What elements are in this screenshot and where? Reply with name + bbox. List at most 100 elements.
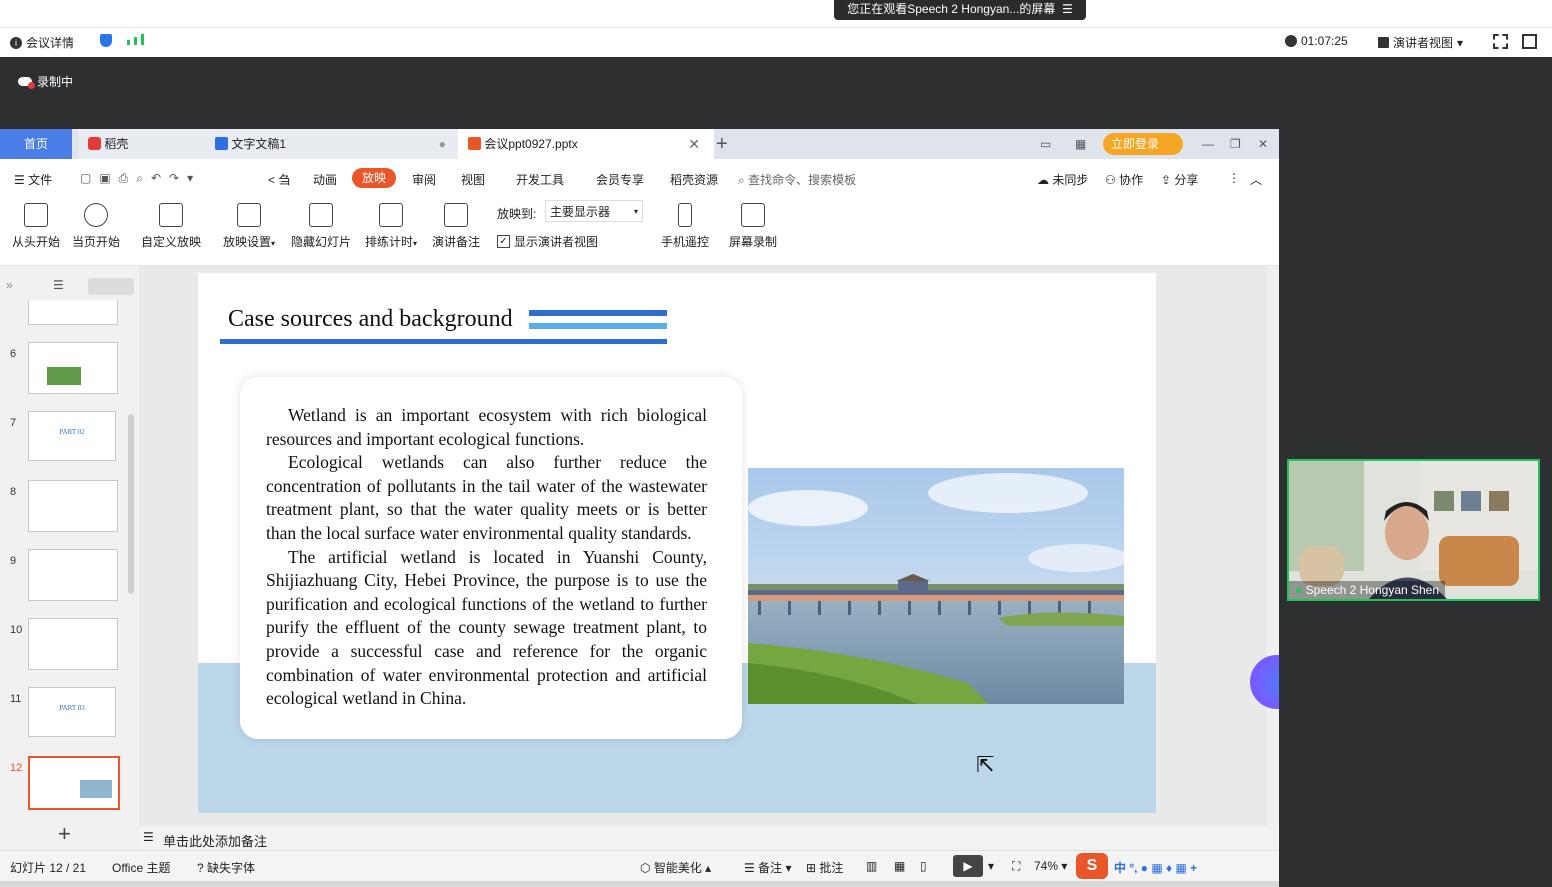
quick-access-icons[interactable]: ▢▣⎙⌕↶↷▾ xyxy=(80,171,201,186)
normal-view-icon[interactable]: ▥ xyxy=(866,859,877,873)
fit-window-icon[interactable]: ⛶ xyxy=(1012,859,1020,874)
slide-thumbnail-8[interactable] xyxy=(28,480,118,532)
menu-member[interactable]: 会员专享 xyxy=(596,171,644,188)
menu-slideshow[interactable]: 放映 xyxy=(352,168,396,188)
recording-indicator[interactable]: 录制中 xyxy=(18,73,73,90)
hide-slide-icon xyxy=(309,203,333,227)
sorter-view-icon[interactable]: ▦ xyxy=(894,859,905,873)
rehearse-timing-button[interactable]: 排练计时▾ xyxy=(362,203,420,250)
presenter-view-label: 显示演讲者视图 xyxy=(514,235,599,249)
menu-review[interactable]: 审阅 xyxy=(412,171,436,188)
paragraph: Wetland is an important ecosystem with r… xyxy=(266,405,707,449)
meeting-details-button[interactable]: i 会议详情 xyxy=(10,34,74,51)
command-search[interactable]: ⌕ 查找命令、搜索模板 xyxy=(738,171,856,188)
zoom-value: 74% xyxy=(1034,859,1059,873)
menu-resources[interactable]: 稻壳资源 xyxy=(670,171,718,188)
close-window-icon[interactable]: ✕ xyxy=(1258,129,1268,159)
menu-view[interactable]: 视图 xyxy=(461,171,485,188)
window-layout-icon[interactable]: ▭ xyxy=(1040,129,1051,159)
sogou-ime-icon[interactable]: S xyxy=(1076,853,1108,879)
file-menu[interactable]: ☰ 文件 xyxy=(14,171,52,188)
login-button[interactable]: 立即登录 xyxy=(1103,133,1183,155)
title-underline xyxy=(220,339,667,344)
notes-icon xyxy=(444,203,468,227)
comment-button[interactable]: ⊞ 批注 xyxy=(806,859,843,876)
phone-remote-button[interactable]: 手机遥控 xyxy=(658,203,712,250)
screen-record-button[interactable]: 屏幕录制 xyxy=(726,203,780,250)
slide-thumbnail-5[interactable] xyxy=(28,300,118,325)
speaker-notes-button[interactable]: 演讲备注 xyxy=(430,203,482,250)
slide-thumbnail-6[interactable] xyxy=(28,342,118,394)
collaborate-button[interactable]: ⚇ 协作 xyxy=(1105,171,1143,188)
tab-document[interactable]: 文字文稿1 ● xyxy=(205,129,460,159)
play-options-caret-icon[interactable]: ▾ xyxy=(988,859,994,873)
meeting-toolbar: i 会议详情 01:07:25 演讲者视图 ▾ xyxy=(0,27,1552,58)
slide-thumbnail-9[interactable] xyxy=(28,549,118,601)
theme-name[interactable]: Office 主题 xyxy=(112,859,170,876)
add-slide-plus-icon[interactable]: + xyxy=(58,821,71,847)
ime-tray-icons[interactable]: 中 °, ● ▦ ♦ ▦ + xyxy=(1114,859,1197,876)
sync-status-button[interactable]: ☁ 未同步 xyxy=(1037,171,1088,188)
show-to-label: 放映到: xyxy=(497,207,537,221)
from-current-button[interactable]: 当页开始 xyxy=(70,203,122,250)
view-mode-dropdown[interactable]: 演讲者视图 ▾ xyxy=(1378,34,1463,51)
menu-resources-label: 稻壳资源 xyxy=(670,173,719,187)
outline-view-icon[interactable]: ☰ xyxy=(53,278,64,292)
slide-thumbnail-10[interactable] xyxy=(28,618,118,670)
sidebar-toggle-icon[interactable] xyxy=(1522,34,1537,49)
current-slide[interactable]: Case sources and background Wetland is a… xyxy=(198,273,1156,813)
restore-icon[interactable]: ❐ xyxy=(1230,129,1241,159)
wetland-photo xyxy=(748,468,1124,704)
new-tab-plus-icon[interactable]: + xyxy=(716,129,728,159)
presenter-view-checkbox[interactable]: ✓ 显示演讲者视图 xyxy=(497,233,598,250)
expand-pane-icon[interactable]: » xyxy=(6,278,13,292)
tab-docer[interactable]: 稻壳 xyxy=(78,129,208,159)
custom-show-button[interactable]: 自定义放映 xyxy=(140,203,202,250)
tab-home[interactable]: 首页 xyxy=(0,129,72,159)
fullscreen-icon[interactable] xyxy=(1493,34,1508,49)
slide-thumbnail-11[interactable]: PART 03 xyxy=(28,687,116,737)
close-tab-icon[interactable]: ✕ xyxy=(688,129,700,159)
command-search-placeholder: 查找命令、搜索模板 xyxy=(748,173,857,187)
timer-icon xyxy=(379,203,403,227)
reading-view-icon[interactable]: ▯ xyxy=(920,859,927,873)
slide-thumbnail-12[interactable] xyxy=(28,756,120,810)
ppt-icon xyxy=(468,137,481,150)
menu-developer-label: 开发工具 xyxy=(516,173,565,187)
notes-bar[interactable]: ☰ 单击此处添加备注 xyxy=(139,826,1279,850)
floating-assistant-icon[interactable] xyxy=(1250,655,1279,713)
slide-thumbnail-7[interactable]: PART 02 xyxy=(28,411,116,461)
taskbar-strip xyxy=(0,881,1279,887)
display-select[interactable]: 主要显示器 ▾ xyxy=(545,200,643,222)
zoom-level[interactable]: 74% ▾ xyxy=(1034,859,1067,873)
menu-animation[interactable]: 动画 xyxy=(313,171,337,188)
play-slideshow-icon[interactable]: ▶ xyxy=(953,855,983,877)
from-start-label: 从头开始 xyxy=(11,235,60,249)
show-settings-button[interactable]: 放映设置▾ xyxy=(220,203,278,250)
show-settings-label: 放映设置 xyxy=(222,235,271,249)
paragraph: Ecological wetlands can also further red… xyxy=(266,452,707,543)
hide-slide-button[interactable]: 隐藏幻灯片 xyxy=(290,203,352,250)
from-start-button[interactable]: 从头开始 xyxy=(10,203,62,250)
menu-developer[interactable]: 开发工具 xyxy=(516,171,564,188)
notes-toggle-button[interactable]: ☰ 备注 ▾ xyxy=(744,859,791,876)
signal-icon xyxy=(127,34,144,45)
tab-presentation[interactable]: 会议ppt0927.pptx ✕ xyxy=(458,129,714,159)
collapse-ribbon-icon[interactable]: ︿ xyxy=(1250,171,1262,188)
beautify-button[interactable]: ⬡ 智能美化 ▴ xyxy=(640,859,711,876)
missing-font-button[interactable]: ? 缺失字体 xyxy=(197,859,255,876)
thumb-number: 9 xyxy=(10,555,17,567)
thumbnail-view-icon[interactable] xyxy=(88,278,134,295)
minimize-icon[interactable]: — xyxy=(1202,129,1214,159)
vertical-scrollbar[interactable] xyxy=(1267,266,1279,826)
grid-apps-icon[interactable]: ▦ xyxy=(1075,129,1086,159)
share-button[interactable]: ⇪ 分享 xyxy=(1161,171,1198,188)
thumbnail-scrollbar[interactable] xyxy=(128,414,134,594)
menu-transition-cut[interactable]: < 刍 xyxy=(268,171,290,188)
participant-video[interactable]: ● Speech 2 Hongyan Shen xyxy=(1287,459,1540,601)
security-shield-icon[interactable] xyxy=(100,34,112,47)
collaborate-label: 协作 xyxy=(1119,173,1144,187)
caret-down-icon: ▾ xyxy=(633,207,638,216)
more-options-icon[interactable]: ⋮ xyxy=(1228,171,1240,185)
menu-icon[interactable]: ☰ xyxy=(1059,2,1073,16)
